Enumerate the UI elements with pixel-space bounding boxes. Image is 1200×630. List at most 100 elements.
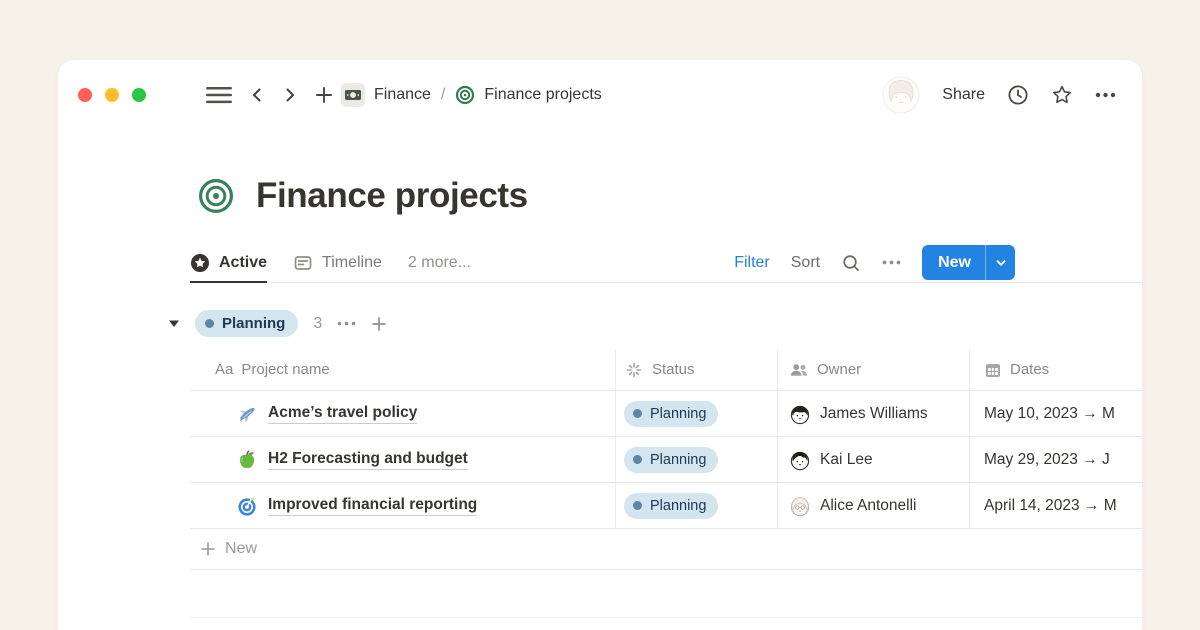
sort-button[interactable]: Sort bbox=[791, 254, 820, 272]
plus-icon bbox=[200, 541, 216, 557]
project-page-link[interactable]: H2 Forecasting and budget bbox=[268, 450, 468, 470]
status-cell[interactable]: Planning bbox=[616, 483, 778, 528]
view-options-icon[interactable] bbox=[882, 260, 901, 265]
column-header-dates[interactable]: Dates bbox=[970, 349, 1142, 390]
status-label: Planning bbox=[650, 452, 706, 468]
view-toolbar: Active Timeline 2 more... Filter Sort Ne… bbox=[58, 242, 1142, 283]
owner-cell[interactable]: Kai Lee bbox=[778, 437, 970, 482]
favorite-star-icon[interactable] bbox=[1051, 84, 1073, 106]
starred-view-icon bbox=[190, 253, 210, 273]
breadcrumb-separator: / bbox=[441, 86, 445, 104]
airplane-icon bbox=[236, 403, 258, 425]
owner-cell[interactable]: James Williams bbox=[778, 391, 970, 436]
back-icon[interactable] bbox=[249, 87, 265, 103]
zoom-window-button[interactable] bbox=[132, 88, 146, 102]
owner-cell[interactable]: Alice Antonelli bbox=[778, 483, 970, 528]
group-status-pill[interactable]: Planning bbox=[195, 310, 298, 337]
traffic-lights bbox=[78, 88, 146, 102]
table-row: Acme’s travel policy Planning James Will… bbox=[190, 391, 1142, 437]
section-divider bbox=[190, 617, 1142, 618]
dates-cell[interactable]: May 10, 2023 → M bbox=[970, 391, 1142, 436]
calendar-property-icon bbox=[984, 361, 1002, 379]
text-property-icon: Aa bbox=[215, 361, 233, 378]
owner-avatar bbox=[789, 449, 811, 471]
owner-name: James Williams bbox=[820, 405, 928, 423]
status-dot bbox=[633, 455, 642, 464]
owner-name: Alice Antonelli bbox=[820, 497, 917, 515]
tab-active-view[interactable]: Active bbox=[190, 242, 267, 283]
target-icon bbox=[455, 85, 475, 105]
more-options-icon[interactable] bbox=[1095, 92, 1116, 98]
breadcrumb: Finance / Finance projects bbox=[341, 83, 602, 107]
status-dot bbox=[633, 409, 642, 418]
tab-label: Timeline bbox=[322, 254, 382, 272]
status-pill: Planning bbox=[624, 493, 718, 519]
new-button[interactable]: New bbox=[922, 245, 1015, 280]
tab-timeline-view[interactable]: Timeline bbox=[293, 242, 382, 283]
new-button-label: New bbox=[922, 245, 985, 280]
column-label: Status bbox=[652, 361, 695, 378]
viewer-avatar[interactable] bbox=[882, 76, 920, 114]
tab-label: Active bbox=[219, 254, 267, 272]
table-header-row: Aa Project name Status Owner Dates bbox=[190, 349, 1142, 391]
collapse-triangle-icon[interactable] bbox=[168, 319, 180, 328]
add-row-label: New bbox=[225, 540, 257, 558]
status-property-icon bbox=[624, 360, 644, 380]
dates-cell[interactable]: April 14, 2023 → M bbox=[970, 483, 1142, 528]
column-header-name[interactable]: Aa Project name bbox=[190, 349, 616, 390]
status-dot bbox=[633, 501, 642, 510]
group-options-icon[interactable] bbox=[337, 321, 356, 326]
status-cell[interactable]: Planning bbox=[616, 391, 778, 436]
page-title[interactable]: Finance projects bbox=[256, 176, 528, 216]
projects-table: Aa Project name Status Owner Dates bbox=[190, 349, 1142, 570]
project-page-link[interactable]: Acme’s travel policy bbox=[268, 404, 417, 424]
group-header-planning: Planning 3 bbox=[168, 310, 1142, 337]
column-header-owner[interactable]: Owner bbox=[778, 349, 970, 390]
status-cell[interactable]: Planning bbox=[616, 437, 778, 482]
group-count: 3 bbox=[313, 315, 322, 333]
green-apple-icon bbox=[236, 449, 258, 471]
close-window-button[interactable] bbox=[78, 88, 92, 102]
status-label: Planning bbox=[650, 498, 706, 514]
new-button-dropdown[interactable] bbox=[985, 245, 1015, 280]
share-button[interactable]: Share bbox=[942, 86, 985, 104]
column-header-status[interactable]: Status bbox=[616, 349, 778, 390]
sidebar-menu-icon[interactable] bbox=[206, 85, 232, 105]
owner-avatar bbox=[789, 403, 811, 425]
table-row: Improved financial reporting Planning Al… bbox=[190, 483, 1142, 529]
breadcrumb-parent[interactable]: Finance bbox=[374, 86, 431, 104]
breadcrumb-current[interactable]: Finance projects bbox=[484, 86, 601, 104]
status-label: Planning bbox=[650, 406, 706, 422]
dates-cell[interactable]: May 29, 2023 → J bbox=[970, 437, 1142, 482]
more-views-button[interactable]: 2 more... bbox=[408, 254, 471, 272]
banknote-icon[interactable] bbox=[341, 83, 365, 107]
project-name-cell[interactable]: Improved financial reporting bbox=[190, 483, 616, 528]
column-label: Dates bbox=[1010, 361, 1049, 378]
status-pill: Planning bbox=[624, 401, 718, 427]
filter-button[interactable]: Filter bbox=[734, 254, 770, 272]
minimize-window-button[interactable] bbox=[105, 88, 119, 102]
updates-clock-icon[interactable] bbox=[1007, 84, 1029, 106]
search-icon[interactable] bbox=[841, 253, 861, 273]
owner-avatar bbox=[789, 495, 811, 517]
table-row: H2 Forecasting and budget Planning Kai L… bbox=[190, 437, 1142, 483]
status-dot bbox=[205, 319, 214, 328]
app-window: Finance / Finance projects Share bbox=[58, 60, 1142, 630]
page-icon-target[interactable] bbox=[198, 178, 234, 214]
project-page-link[interactable]: Improved financial reporting bbox=[268, 496, 477, 516]
new-page-icon[interactable] bbox=[315, 86, 333, 104]
status-pill: Planning bbox=[624, 447, 718, 473]
people-property-icon bbox=[789, 360, 809, 380]
column-label: Owner bbox=[817, 361, 861, 378]
project-name-cell[interactable]: H2 Forecasting and budget bbox=[190, 437, 616, 482]
add-row-button[interactable]: New bbox=[190, 529, 1142, 570]
dart-target-icon bbox=[236, 495, 258, 517]
owner-name: Kai Lee bbox=[820, 451, 873, 469]
group-label: Planning bbox=[222, 315, 285, 332]
project-name-cell[interactable]: Acme’s travel policy bbox=[190, 391, 616, 436]
window-toolbar: Finance / Finance projects Share bbox=[58, 60, 1142, 114]
forward-icon[interactable] bbox=[282, 87, 298, 103]
column-label: Project name bbox=[241, 361, 329, 378]
timeline-view-icon bbox=[293, 253, 313, 273]
group-add-icon[interactable] bbox=[371, 316, 387, 332]
